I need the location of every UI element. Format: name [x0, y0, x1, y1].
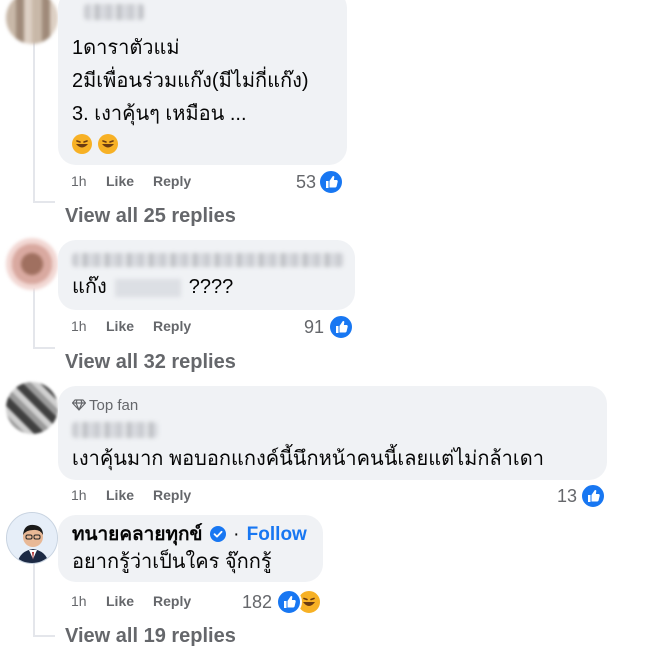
reaction-count[interactable]: 53	[296, 172, 316, 193]
blurred-name	[114, 278, 181, 297]
author-row: ทนายคลายทุกข์ · Follow	[72, 523, 307, 547]
thread-line	[33, 288, 35, 348]
comment-text-prefix: แก๊ง	[72, 276, 107, 298]
reaction-count[interactable]: 91	[304, 317, 324, 338]
comment-text: แก๊ง????	[72, 275, 233, 299]
top-fan-badge: Top fan	[71, 397, 138, 414]
like-reaction-icon	[318, 169, 344, 195]
comment-time[interactable]: 1h	[71, 318, 87, 334]
blurred-author-name	[72, 422, 158, 438]
like-button[interactable]: Like	[106, 318, 134, 334]
follow-button[interactable]: Follow	[247, 524, 307, 545]
laugh-emoji-icon	[72, 134, 92, 154]
reply-button[interactable]: Reply	[153, 318, 191, 334]
author-name[interactable]: ทนายคลายทุกข์	[72, 524, 203, 545]
avatar[interactable]	[6, 238, 58, 290]
profile-photo	[7, 513, 57, 563]
like-reaction-icon	[328, 314, 354, 340]
diamond-icon	[71, 399, 87, 411]
like-button[interactable]: Like	[106, 173, 134, 189]
thread-line	[33, 347, 55, 349]
comment-line: 1ดาราตัวแม่	[72, 37, 180, 59]
thread-line	[33, 40, 35, 202]
blurred-author-name	[72, 253, 344, 267]
comment-time[interactable]: 1h	[71, 593, 87, 609]
thread-line	[33, 201, 55, 203]
comment-text: อยากรู้ว่าเป็นใคร จุ๊กกรู้	[72, 551, 272, 573]
separator-dot: ·	[233, 524, 240, 545]
comment-line: 2มีเพื่อนร่วมแก๊ง(มีไม่กี่แก๊ง)	[72, 70, 309, 92]
thread-line	[33, 560, 35, 636]
avatar[interactable]	[6, 512, 58, 564]
reply-button[interactable]: Reply	[153, 487, 191, 503]
view-replies-link[interactable]: View all 19 replies	[65, 625, 236, 648]
comment-line: 3. เงาคุ้นๆ เหมือน ...	[72, 103, 247, 125]
view-replies-link[interactable]: View all 25 replies	[65, 205, 236, 228]
laugh-emoji-icon	[98, 134, 119, 154]
comment-time[interactable]: 1h	[71, 487, 87, 503]
comment-text-suffix: ????	[188, 276, 234, 298]
thread-line	[33, 635, 55, 637]
like-reaction-icon	[276, 589, 302, 615]
reaction-count[interactable]: 182	[242, 592, 272, 613]
like-button[interactable]: Like	[106, 593, 134, 609]
comment-time[interactable]: 1h	[71, 173, 87, 189]
comment-text: เงาคุ้นมาก พอบอกแกงค์นี้นึกหน้าคนนี้เลยแ…	[72, 448, 544, 470]
reply-button[interactable]: Reply	[153, 173, 191, 189]
like-reaction-icon	[580, 483, 606, 509]
laugh-emoji	[72, 134, 120, 156]
like-button[interactable]: Like	[106, 487, 134, 503]
reply-button[interactable]: Reply	[153, 593, 191, 609]
avatar[interactable]	[6, 0, 58, 44]
avatar[interactable]	[6, 382, 58, 434]
verified-badge-icon	[209, 526, 226, 542]
view-replies-link[interactable]: View all 32 replies	[65, 351, 236, 374]
reaction-count[interactable]: 13	[557, 486, 577, 507]
blurred-author-name	[84, 4, 144, 20]
